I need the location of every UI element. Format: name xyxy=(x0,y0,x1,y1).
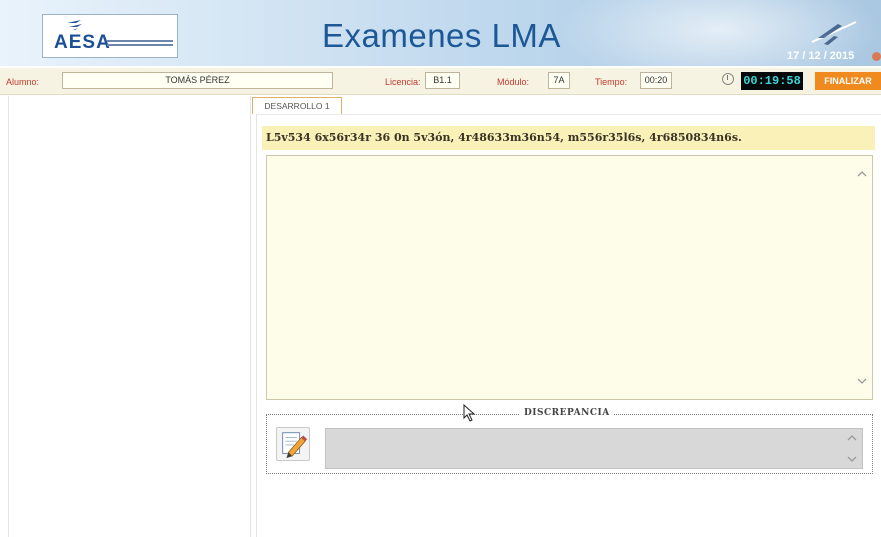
alumno-label: Alumno: xyxy=(6,77,40,87)
page-title: Examenes LMA xyxy=(322,17,561,54)
discrepancia-legend: DISCREPANCIA xyxy=(520,408,614,418)
clock-icon xyxy=(722,73,734,85)
mouse-cursor-icon xyxy=(463,404,476,422)
logo-text: AESA xyxy=(54,32,111,53)
edit-discrepancia-button[interactable] xyxy=(276,427,310,461)
alumno-field: TOMÁS PÉREZ xyxy=(62,72,333,89)
tiempo-label: Tiempo: xyxy=(595,77,628,87)
exam-info-bar: Alumno: TOMÁS PÉREZ Licencia: B1.1 Módul… xyxy=(0,68,881,95)
pencil-icon xyxy=(282,432,308,459)
logo-wings-icon xyxy=(67,20,82,30)
modulo-label: Módulo: xyxy=(497,77,530,87)
scroll-down-icon[interactable] xyxy=(857,377,867,385)
tiempo-field: 00:20 xyxy=(640,72,672,89)
answer-textarea[interactable] xyxy=(266,155,873,400)
disc-scroll-up-icon[interactable] xyxy=(847,434,857,442)
discrepancia-field[interactable] xyxy=(325,428,863,469)
disc-scroll-down-icon[interactable] xyxy=(847,455,857,463)
aesa-logo: AESA xyxy=(42,14,178,58)
question-text: L5v534 6x56r34r 36 0n 5v3ón, 4r48633m36n… xyxy=(262,126,875,150)
scroll-up-icon[interactable] xyxy=(857,170,867,178)
countdown-timer: 00:19:58 xyxy=(741,72,803,90)
app-header: AESA Examenes LMA 17 / 12 / 2015 xyxy=(0,0,881,66)
finalizar-button[interactable]: FINALIZAR xyxy=(815,72,881,90)
licencia-field: B1.1 xyxy=(425,72,460,89)
plane-icon xyxy=(811,21,857,45)
modulo-field: 7A xyxy=(548,72,570,89)
licencia-label: Licencia: xyxy=(385,77,421,87)
logo-subtitle xyxy=(107,40,173,48)
left-panel xyxy=(8,96,251,537)
tab-desarrollo-1[interactable]: DESARROLLO 1 xyxy=(252,97,342,114)
header-status-dot xyxy=(872,52,881,61)
header-date: 17 / 12 / 2015 xyxy=(787,50,855,62)
